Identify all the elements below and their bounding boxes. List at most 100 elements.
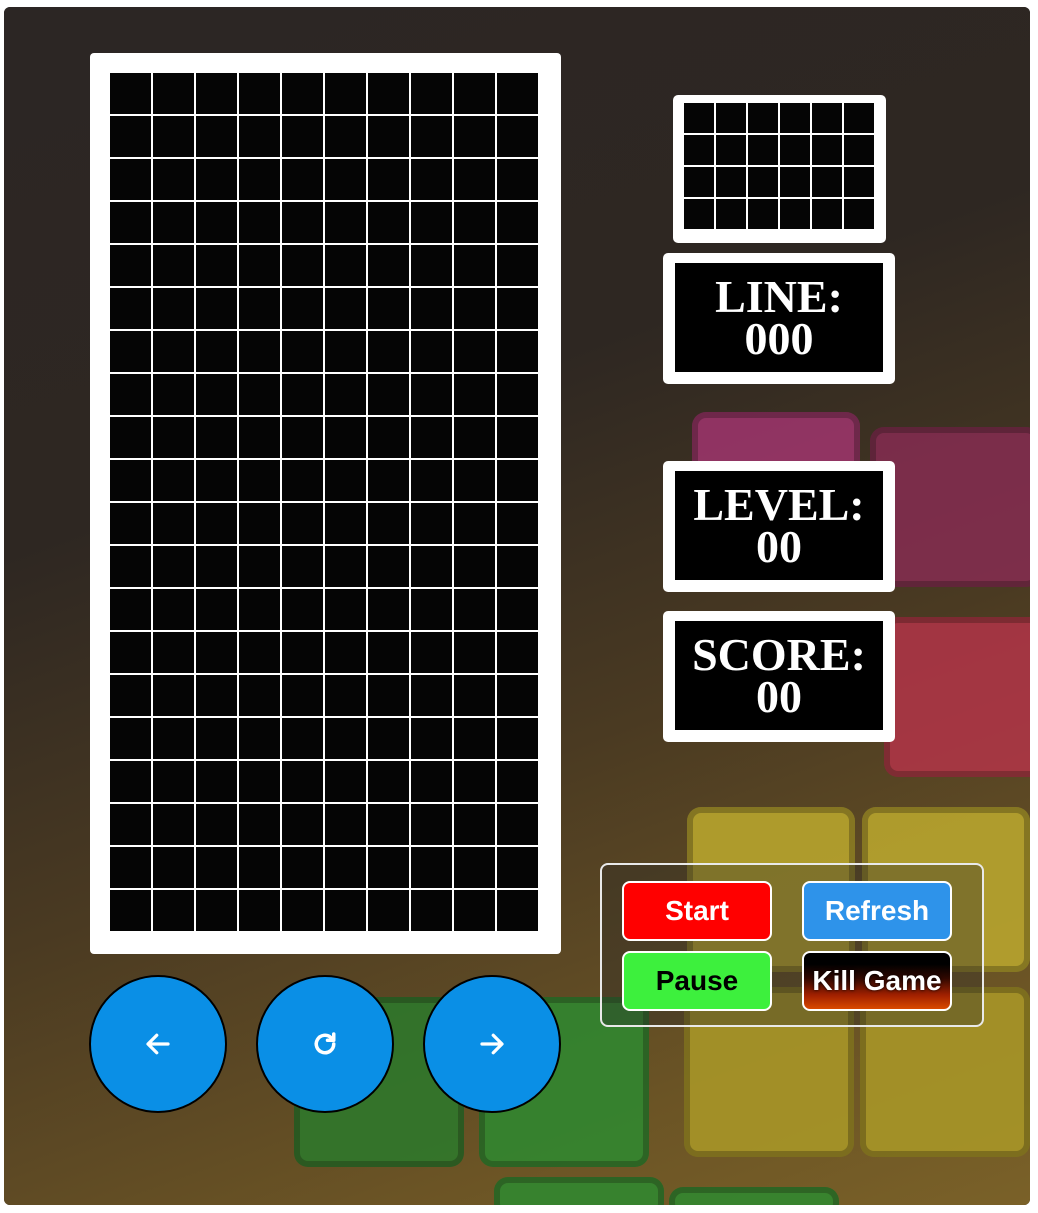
preview-cell	[812, 199, 842, 229]
board-cell	[454, 503, 495, 544]
preview-cell	[748, 199, 778, 229]
refresh-button[interactable]: Refresh	[802, 881, 952, 941]
board-cell	[153, 116, 194, 157]
board-cell	[239, 546, 280, 587]
board-cell	[497, 675, 538, 716]
kill-game-button[interactable]: Kill Game	[802, 951, 952, 1011]
board-cell	[497, 73, 538, 114]
board-cell	[368, 116, 409, 157]
game-board	[90, 53, 561, 954]
board-cell	[325, 890, 366, 931]
board-cell	[454, 374, 495, 415]
board-cell	[282, 804, 323, 845]
board-cell	[282, 460, 323, 501]
board-cell	[282, 890, 323, 931]
board-cell	[411, 116, 452, 157]
preview-cell	[844, 167, 874, 197]
board-cell	[282, 116, 323, 157]
pause-button[interactable]: Pause	[622, 951, 772, 1011]
move-right-button[interactable]	[423, 975, 561, 1113]
board-cell	[368, 417, 409, 458]
board-cell	[110, 73, 151, 114]
board-cell	[239, 632, 280, 673]
board-cell	[239, 159, 280, 200]
preview-cell	[844, 199, 874, 229]
next-piece-grid	[684, 103, 874, 229]
board-cell	[497, 804, 538, 845]
board-cell	[325, 847, 366, 888]
preview-cell	[684, 199, 714, 229]
board-cell	[153, 374, 194, 415]
board-cell	[196, 675, 237, 716]
board-cell	[325, 589, 366, 630]
board-cell	[368, 202, 409, 243]
board-cell	[153, 159, 194, 200]
board-cell	[411, 331, 452, 372]
board-cell	[411, 589, 452, 630]
board-cell	[282, 374, 323, 415]
board-cell	[153, 632, 194, 673]
board-cell	[454, 761, 495, 802]
board-cell	[153, 288, 194, 329]
board-cell	[110, 804, 151, 845]
board-cell	[411, 417, 452, 458]
preview-cell	[716, 135, 746, 165]
score-counter: SCORE: 00	[663, 611, 895, 742]
board-cell	[454, 288, 495, 329]
board-cell	[110, 589, 151, 630]
board-cell	[282, 589, 323, 630]
board-cell	[196, 847, 237, 888]
arrow-left-icon	[146, 1033, 170, 1055]
board-cell	[282, 73, 323, 114]
board-cell	[282, 847, 323, 888]
board-cell	[411, 503, 452, 544]
board-cell	[325, 761, 366, 802]
board-cell	[325, 159, 366, 200]
board-cell	[411, 374, 452, 415]
board-cell	[110, 632, 151, 673]
board-cell	[153, 847, 194, 888]
board-cell	[454, 890, 495, 931]
start-button[interactable]: Start	[622, 881, 772, 941]
board-cell	[368, 890, 409, 931]
board-cell	[325, 632, 366, 673]
board-cell	[110, 245, 151, 286]
board-cell	[239, 374, 280, 415]
preview-cell	[844, 135, 874, 165]
preview-cell	[716, 199, 746, 229]
board-cell	[110, 288, 151, 329]
board-cell	[282, 288, 323, 329]
board-cell	[239, 675, 280, 716]
board-cell	[239, 73, 280, 114]
rotate-button[interactable]	[256, 975, 394, 1113]
board-cell	[411, 804, 452, 845]
board-cell	[368, 73, 409, 114]
preview-cell	[812, 135, 842, 165]
board-cell	[368, 718, 409, 759]
score-value: 00	[756, 670, 802, 722]
preview-cell	[748, 167, 778, 197]
preview-cell	[684, 135, 714, 165]
preview-cell	[748, 135, 778, 165]
board-cell	[368, 288, 409, 329]
score-label: SCORE:	[692, 628, 866, 680]
board-cell	[239, 804, 280, 845]
board-cell	[282, 417, 323, 458]
board-cell	[239, 503, 280, 544]
board-cell	[497, 546, 538, 587]
board-cell	[368, 847, 409, 888]
board-cell	[239, 890, 280, 931]
board-cell	[282, 245, 323, 286]
board-cell	[368, 675, 409, 716]
board-cell	[153, 331, 194, 372]
board-cell	[110, 675, 151, 716]
move-left-button[interactable]	[89, 975, 227, 1113]
board-cell	[497, 890, 538, 931]
board-cell	[497, 288, 538, 329]
board-cell	[239, 288, 280, 329]
board-cell	[368, 503, 409, 544]
board-cell	[411, 847, 452, 888]
board-cell	[239, 245, 280, 286]
next-piece-preview	[673, 95, 886, 243]
board-cell	[368, 159, 409, 200]
